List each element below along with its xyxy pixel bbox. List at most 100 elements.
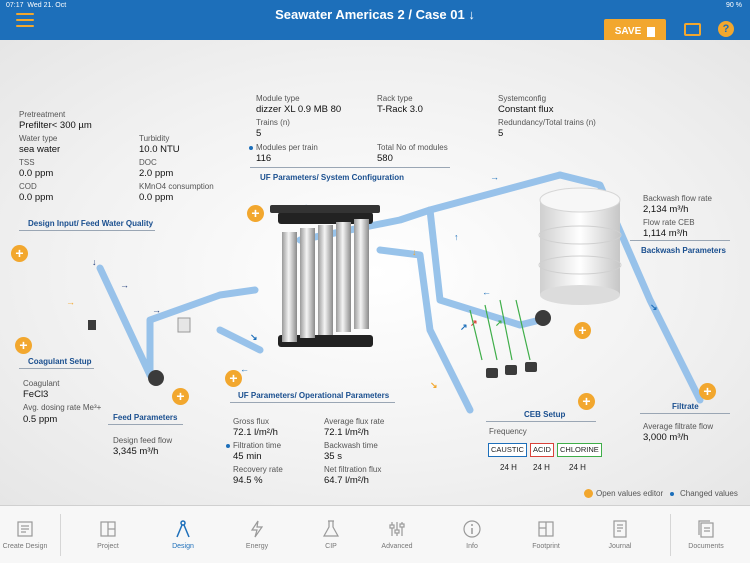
- system-config-add-button[interactable]: +: [247, 205, 264, 222]
- footprint-icon: [538, 521, 554, 537]
- backwash-flow-rate-label: Backwash flow rate: [643, 194, 712, 203]
- design-icon: [176, 520, 190, 538]
- caustic-frequency: 24 H: [500, 463, 517, 472]
- help-icon[interactable]: ?: [718, 21, 734, 37]
- divider: [486, 421, 596, 422]
- svg-text:↗: ↗: [495, 318, 503, 328]
- operational-section-title[interactable]: UF Parameters/ Operational Parameters: [238, 391, 389, 400]
- tab-footprint[interactable]: Footprint: [521, 506, 571, 563]
- pretreatment-label: Pretreatment: [19, 110, 66, 119]
- page-title[interactable]: Seawater Americas 2 / Case 01 ↓: [200, 7, 550, 22]
- tss-label: TSS: [19, 158, 35, 167]
- feed-add-button[interactable]: +: [172, 388, 189, 405]
- rack-type-label: Rack type: [377, 94, 413, 103]
- tab-cip[interactable]: CIP: [306, 506, 356, 563]
- filtrate-section-title[interactable]: Filtrate: [672, 402, 699, 411]
- filtrate-add-button[interactable]: +: [699, 383, 716, 400]
- svg-text:↗: ↗: [460, 322, 468, 332]
- acid-frequency: 24 H: [533, 463, 550, 472]
- design-canvas: ↓ → → → → → ↑ ↓ ← ↘ ↗ ↗ ↗ ↘ ↘ ← Pretreat…: [0, 40, 750, 505]
- open-editor-legend: Open values editor: [596, 489, 664, 498]
- filtrate-flow-label: Average filtrate flow: [643, 422, 714, 431]
- gross-flux-label: Gross flux: [233, 417, 270, 426]
- svg-text:←: ←: [240, 364, 249, 374]
- kmno4-label: KMnO4 consumption: [139, 182, 214, 191]
- changed-value-dot: [226, 444, 230, 448]
- module-type-label: Module type: [256, 94, 300, 103]
- filtration-time-value: 45 min: [233, 451, 262, 462]
- dosing-rate-label: Avg. dosing rate Me³+: [23, 403, 102, 412]
- rack-type-value: T-Rack 3.0: [377, 104, 423, 115]
- ceb-section-title[interactable]: CEB Setup: [524, 410, 565, 419]
- average-flux-label: Average flux rate: [324, 417, 385, 426]
- caustic-chip[interactable]: CAUSTIC: [488, 443, 527, 457]
- svg-text:→: →: [490, 172, 499, 182]
- frequency-label: Frequency: [489, 427, 527, 436]
- divider: [630, 240, 730, 241]
- svg-text:↓: ↓: [92, 257, 97, 267]
- systemconfig-value: Constant flux: [498, 104, 554, 115]
- design-input-add-button[interactable]: +: [11, 245, 28, 262]
- system-config-section-title[interactable]: UF Parameters/ System Configuration: [260, 173, 404, 182]
- filtration-time-label: Filtration time: [233, 441, 282, 450]
- feed-section-title[interactable]: Feed Parameters: [113, 413, 177, 422]
- divider: [19, 230, 155, 231]
- bottom-tab-bar: Create Design Project Design Energy CIP …: [0, 505, 750, 563]
- create-design-icon: [17, 521, 33, 537]
- status-time: 07:17 Wed 21. Oct: [6, 2, 67, 9]
- kmno4-value: 0.0 ppm: [139, 192, 174, 203]
- design-feed-flow-label: Design feed flow: [113, 436, 173, 445]
- tab-advanced[interactable]: Advanced: [372, 506, 422, 563]
- coagulant-section-title[interactable]: Coagulant Setup: [28, 357, 92, 366]
- recovery-rate-value: 94.5 %: [233, 475, 263, 486]
- doc-value: 2.0 ppm: [139, 168, 174, 179]
- svg-text:←: ←: [482, 287, 491, 297]
- svg-text:↘: ↘: [430, 380, 438, 390]
- design-input-section-title[interactable]: Design Input/ Feed Water Quality: [28, 219, 153, 228]
- cod-value: 0.0 ppm: [19, 192, 54, 203]
- coagulant-add-button[interactable]: +: [15, 337, 32, 354]
- tab-create-design[interactable]: Create Design: [0, 506, 50, 563]
- journal-icon: [613, 520, 627, 538]
- average-flux-value: 72.1 l/m²/h: [324, 427, 369, 438]
- turbidity-value: 10.0 NTU: [139, 144, 180, 155]
- tab-info[interactable]: Info: [447, 506, 497, 563]
- backwash-add-button[interactable]: +: [574, 322, 591, 339]
- hamburger-menu-icon[interactable]: [16, 13, 34, 27]
- backwash-section-title[interactable]: Backwash Parameters: [641, 246, 726, 255]
- svg-text:→: →: [66, 297, 75, 307]
- open-editor-legend-icon: [584, 489, 593, 498]
- tab-project[interactable]: Project: [83, 506, 133, 563]
- changed-values-legend-icon: [670, 492, 674, 496]
- status-battery: 90 %: [726, 2, 742, 9]
- divider: [108, 424, 183, 425]
- svg-text:→: →: [120, 280, 129, 290]
- total-modules-value: 580: [377, 153, 393, 164]
- modules-per-train-value: 116: [256, 153, 272, 164]
- ceb-add-button[interactable]: +: [578, 393, 595, 410]
- pretreatment-value: Prefilter< 300 µm: [19, 120, 92, 131]
- info-icon: [463, 520, 481, 538]
- filtrate-flow-value: 3,000 m³/h: [643, 432, 689, 443]
- operational-add-button[interactable]: +: [225, 370, 242, 387]
- acid-chip[interactable]: ACID: [530, 443, 554, 457]
- svg-text:↓: ↓: [412, 247, 417, 257]
- trains-value: 5: [256, 128, 262, 139]
- tab-journal[interactable]: Journal: [595, 506, 645, 563]
- module-type-value: dizzer XL 0.9 MB 80: [256, 104, 342, 115]
- chlorine-chip[interactable]: CHLORINE: [557, 443, 602, 457]
- tab-design[interactable]: Design: [158, 506, 208, 563]
- divider: [19, 368, 94, 369]
- backwash-time-label: Backwash time: [324, 441, 378, 450]
- tab-energy[interactable]: Energy: [232, 506, 282, 563]
- net-filtration-flux-value: 64.7 l/m²/h: [324, 475, 369, 486]
- svg-text:↘: ↘: [250, 332, 258, 342]
- water-type-value: sea water: [19, 144, 61, 155]
- total-modules-label: Total No of modules: [377, 143, 448, 152]
- redundancy-value: 5: [498, 128, 504, 139]
- flow-rate-ceb-value: 1,114 m³/h: [643, 228, 688, 239]
- svg-text:↘: ↘: [650, 302, 658, 312]
- tss-value: 0.0 ppm: [19, 168, 54, 179]
- tab-documents[interactable]: Documents: [681, 506, 731, 563]
- comment-icon[interactable]: [684, 23, 701, 36]
